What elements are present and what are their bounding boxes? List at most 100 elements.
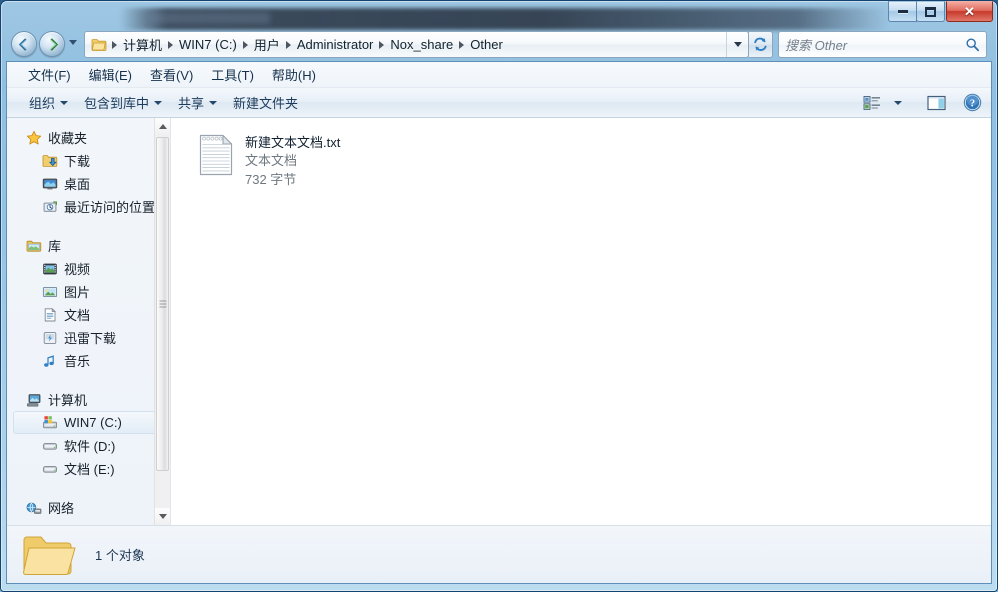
breadcrumb-separator[interactable] bbox=[168, 40, 174, 49]
navigation-pane: 收藏夹 下载 桌面 最近访问的位置 库 视频 图片 文档 迅雷下载 音乐 计算机… bbox=[7, 118, 171, 525]
sidebar-item-music-label: 音乐 bbox=[64, 354, 91, 369]
address-dropdown-button[interactable] bbox=[726, 32, 748, 57]
view-options-dropdown-button[interactable] bbox=[885, 92, 911, 114]
menu-bar: 文件(F) 编辑(E) 查看(V) 工具(T) 帮助(H) bbox=[7, 62, 991, 88]
share-button[interactable]: 共享 bbox=[170, 89, 225, 116]
downloads-icon bbox=[42, 153, 58, 169]
sidebar-group-favorites[interactable]: 收藏夹 bbox=[7, 126, 170, 149]
chevron-down-icon bbox=[733, 42, 742, 47]
drive-icon bbox=[42, 461, 58, 477]
organize-label: 组织 bbox=[29, 96, 56, 111]
sidebar-item-pictures[interactable]: 图片 bbox=[7, 280, 170, 303]
menu-edit[interactable]: 编辑(E) bbox=[80, 62, 141, 87]
breadcrumb-folder-icon bbox=[91, 38, 107, 52]
sidebar-item-thunder-downloads[interactable]: 迅雷下载 bbox=[7, 326, 170, 349]
view-options-icon bbox=[863, 95, 880, 110]
new-folder-button[interactable]: 新建文件夹 bbox=[225, 89, 306, 116]
sidebar-group-libraries[interactable]: 库 bbox=[7, 234, 170, 257]
sidebar-item-desktop[interactable]: 桌面 bbox=[7, 172, 170, 195]
maximize-icon bbox=[925, 6, 936, 17]
refresh-button[interactable] bbox=[749, 31, 773, 58]
help-button[interactable]: ? bbox=[959, 92, 985, 114]
sidebar-item-documents[interactable]: 文档 bbox=[7, 303, 170, 326]
sidebar-item-desktop-label: 桌面 bbox=[64, 177, 91, 192]
include-in-library-button[interactable]: 包含到库中 bbox=[76, 89, 170, 116]
chevron-down-icon bbox=[60, 100, 69, 105]
sidebar-group-computer-label: 计算机 bbox=[48, 393, 88, 408]
explorer-window: ✕ 计算机 WIN7 (C:) 用户 Administrator Nox_sha… bbox=[0, 0, 998, 592]
file-size: 732 字节 bbox=[245, 172, 297, 187]
command-toolbar: 组织 包含到库中 共享 新建文件夹 ? bbox=[7, 88, 991, 118]
sidebar-group-libraries-label: 库 bbox=[48, 239, 62, 254]
breadcrumb-item-5[interactable]: Other bbox=[467, 35, 506, 54]
breadcrumb-item-1[interactable]: WIN7 (C:) bbox=[176, 35, 240, 54]
sidebar-group-divider bbox=[7, 480, 170, 496]
address-bar[interactable]: 计算机 WIN7 (C:) 用户 Administrator Nox_share… bbox=[84, 31, 749, 58]
history-dropdown-icon[interactable] bbox=[69, 40, 77, 45]
system-drive-icon bbox=[42, 415, 58, 431]
file-list-pane[interactable]: 新建文本文档.txt 文本文档 732 字节 bbox=[171, 118, 991, 525]
library-icon bbox=[26, 238, 42, 254]
search-input[interactable]: 搜索 Other bbox=[785, 35, 965, 54]
menu-view[interactable]: 查看(V) bbox=[141, 62, 202, 87]
close-icon: ✕ bbox=[964, 4, 975, 19]
breadcrumb-separator[interactable] bbox=[379, 40, 385, 49]
menu-tools[interactable]: 工具(T) bbox=[202, 62, 263, 87]
sidebar-item-recent-places[interactable]: 最近访问的位置 bbox=[7, 195, 170, 218]
list-item[interactable]: 新建文本文档.txt 文本文档 732 字节 bbox=[193, 130, 346, 193]
sidebar-item-music[interactable]: 音乐 bbox=[7, 349, 170, 372]
preview-pane-button[interactable] bbox=[923, 92, 949, 114]
status-bar: 1 个对象 bbox=[7, 525, 991, 583]
breadcrumb-item-4[interactable]: Nox_share bbox=[387, 35, 456, 54]
breadcrumb-separator[interactable] bbox=[459, 40, 465, 49]
sidebar-group-divider bbox=[7, 372, 170, 388]
sidebar-group-network-label: 网络 bbox=[48, 501, 75, 516]
preview-pane-icon bbox=[926, 95, 946, 110]
computer-icon bbox=[26, 392, 42, 408]
sidebar-scroll-up-button[interactable] bbox=[155, 118, 170, 135]
sidebar-scroll-thumb[interactable] bbox=[156, 137, 169, 471]
maximize-button[interactable] bbox=[916, 1, 945, 22]
text-file-icon bbox=[199, 134, 233, 189]
sidebar-group-computer[interactable]: 计算机 bbox=[7, 388, 170, 411]
breadcrumb-separator[interactable] bbox=[285, 40, 291, 49]
sidebar-scroll-down-button[interactable] bbox=[155, 508, 170, 525]
star-icon bbox=[26, 130, 42, 146]
breadcrumb-separator[interactable] bbox=[242, 40, 248, 49]
window-controls: ✕ bbox=[888, 1, 993, 23]
menu-file[interactable]: 文件(F) bbox=[19, 62, 80, 87]
drive-icon bbox=[42, 438, 58, 454]
videos-icon bbox=[42, 261, 58, 277]
minimize-icon bbox=[897, 10, 908, 13]
back-button[interactable] bbox=[11, 31, 37, 57]
sidebar-scrollbar[interactable] bbox=[154, 118, 170, 525]
breadcrumb-item-0[interactable]: 计算机 bbox=[120, 33, 165, 56]
search-box[interactable]: 搜索 Other bbox=[778, 31, 987, 58]
desktop-icon bbox=[42, 176, 58, 192]
include-in-library-label: 包含到库中 bbox=[84, 96, 150, 111]
music-icon bbox=[42, 353, 58, 369]
sidebar-item-drive-d[interactable]: 软件 (D:) bbox=[7, 434, 170, 457]
share-label: 共享 bbox=[178, 96, 205, 111]
file-details: 新建文本文档.txt 文本文档 732 字节 bbox=[245, 134, 340, 189]
close-button[interactable]: ✕ bbox=[946, 1, 993, 22]
documents-icon bbox=[42, 307, 58, 323]
sidebar-item-downloads[interactable]: 下载 bbox=[7, 149, 170, 172]
sidebar-item-videos[interactable]: 视频 bbox=[7, 257, 170, 280]
organize-button[interactable]: 组织 bbox=[21, 89, 76, 116]
sidebar-group-network[interactable]: 网络 bbox=[7, 496, 170, 519]
search-icon bbox=[966, 38, 980, 52]
sidebar-group-favorites-label: 收藏夹 bbox=[48, 131, 88, 146]
forward-button[interactable] bbox=[39, 31, 65, 57]
minimize-button[interactable] bbox=[888, 1, 917, 22]
menu-help[interactable]: 帮助(H) bbox=[263, 62, 325, 87]
breadcrumb-separator[interactable] bbox=[112, 40, 117, 49]
chevron-down-icon bbox=[154, 100, 163, 105]
breadcrumb-item-2[interactable]: 用户 bbox=[251, 33, 283, 56]
change-view-button[interactable] bbox=[859, 92, 885, 114]
chevron-down-icon bbox=[158, 514, 167, 519]
chevron-down-icon bbox=[209, 100, 218, 105]
breadcrumb-item-3[interactable]: Administrator bbox=[294, 35, 377, 54]
sidebar-item-win7-c[interactable]: WIN7 (C:) bbox=[13, 411, 162, 434]
sidebar-item-drive-e[interactable]: 文档 (E:) bbox=[7, 457, 170, 480]
